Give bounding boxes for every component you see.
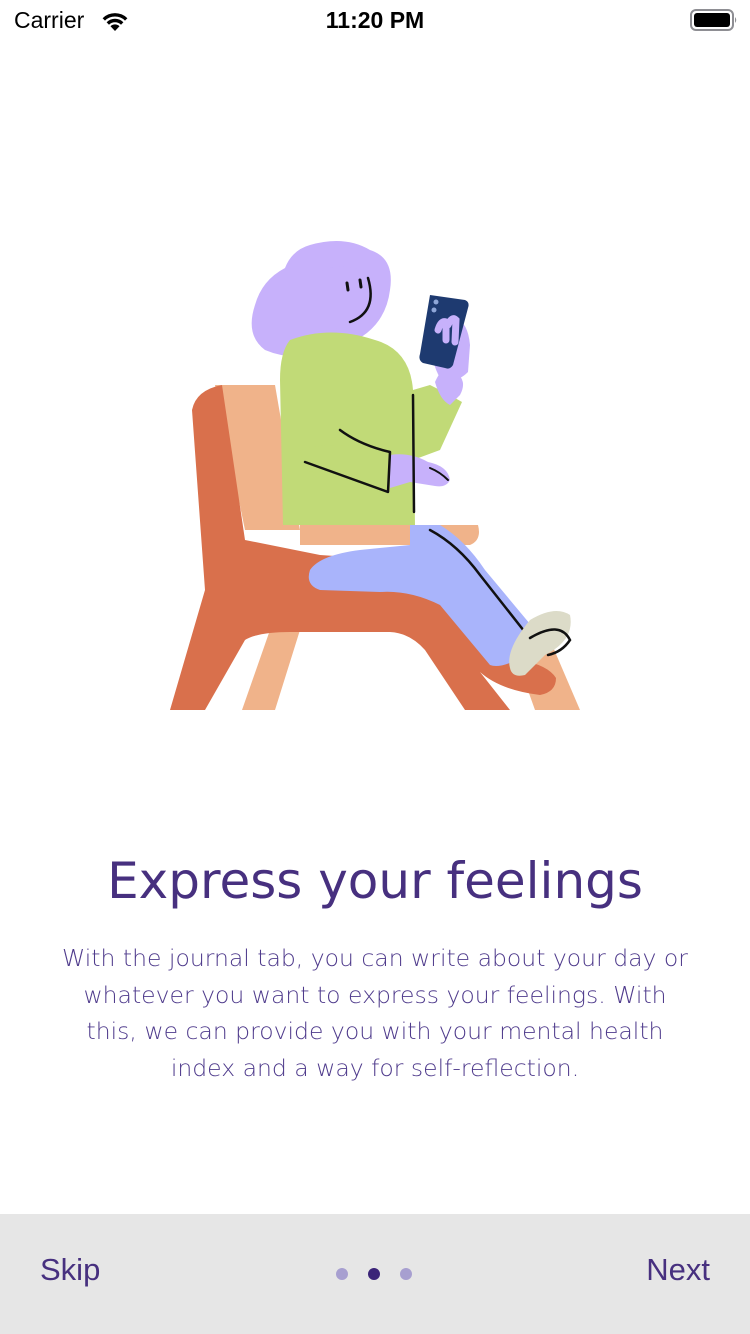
- page-dot-1[interactable]: [336, 1268, 348, 1280]
- page-dot-2-active[interactable]: [368, 1268, 380, 1280]
- onboarding-screen: Carrier 11:20 PM Express your feelings W…: [0, 0, 750, 1334]
- next-button[interactable]: Next: [646, 1252, 710, 1288]
- page-dot-3[interactable]: [400, 1268, 412, 1280]
- onboarding-bottom-bar: Skip Next: [0, 1214, 750, 1334]
- page-indicator[interactable]: [336, 1267, 412, 1281]
- battery-icon: [690, 9, 737, 31]
- status-time: 11:20 PM: [325, 7, 425, 33]
- page-description: With the journal tab, you can write abou…: [62, 944, 688, 1082]
- page-title: Express your feelings: [107, 852, 643, 910]
- person-sitting-with-phone-illustration: [170, 241, 580, 710]
- status-bar: Carrier 11:20 PM: [0, 0, 750, 40]
- skip-button[interactable]: Skip: [40, 1252, 100, 1288]
